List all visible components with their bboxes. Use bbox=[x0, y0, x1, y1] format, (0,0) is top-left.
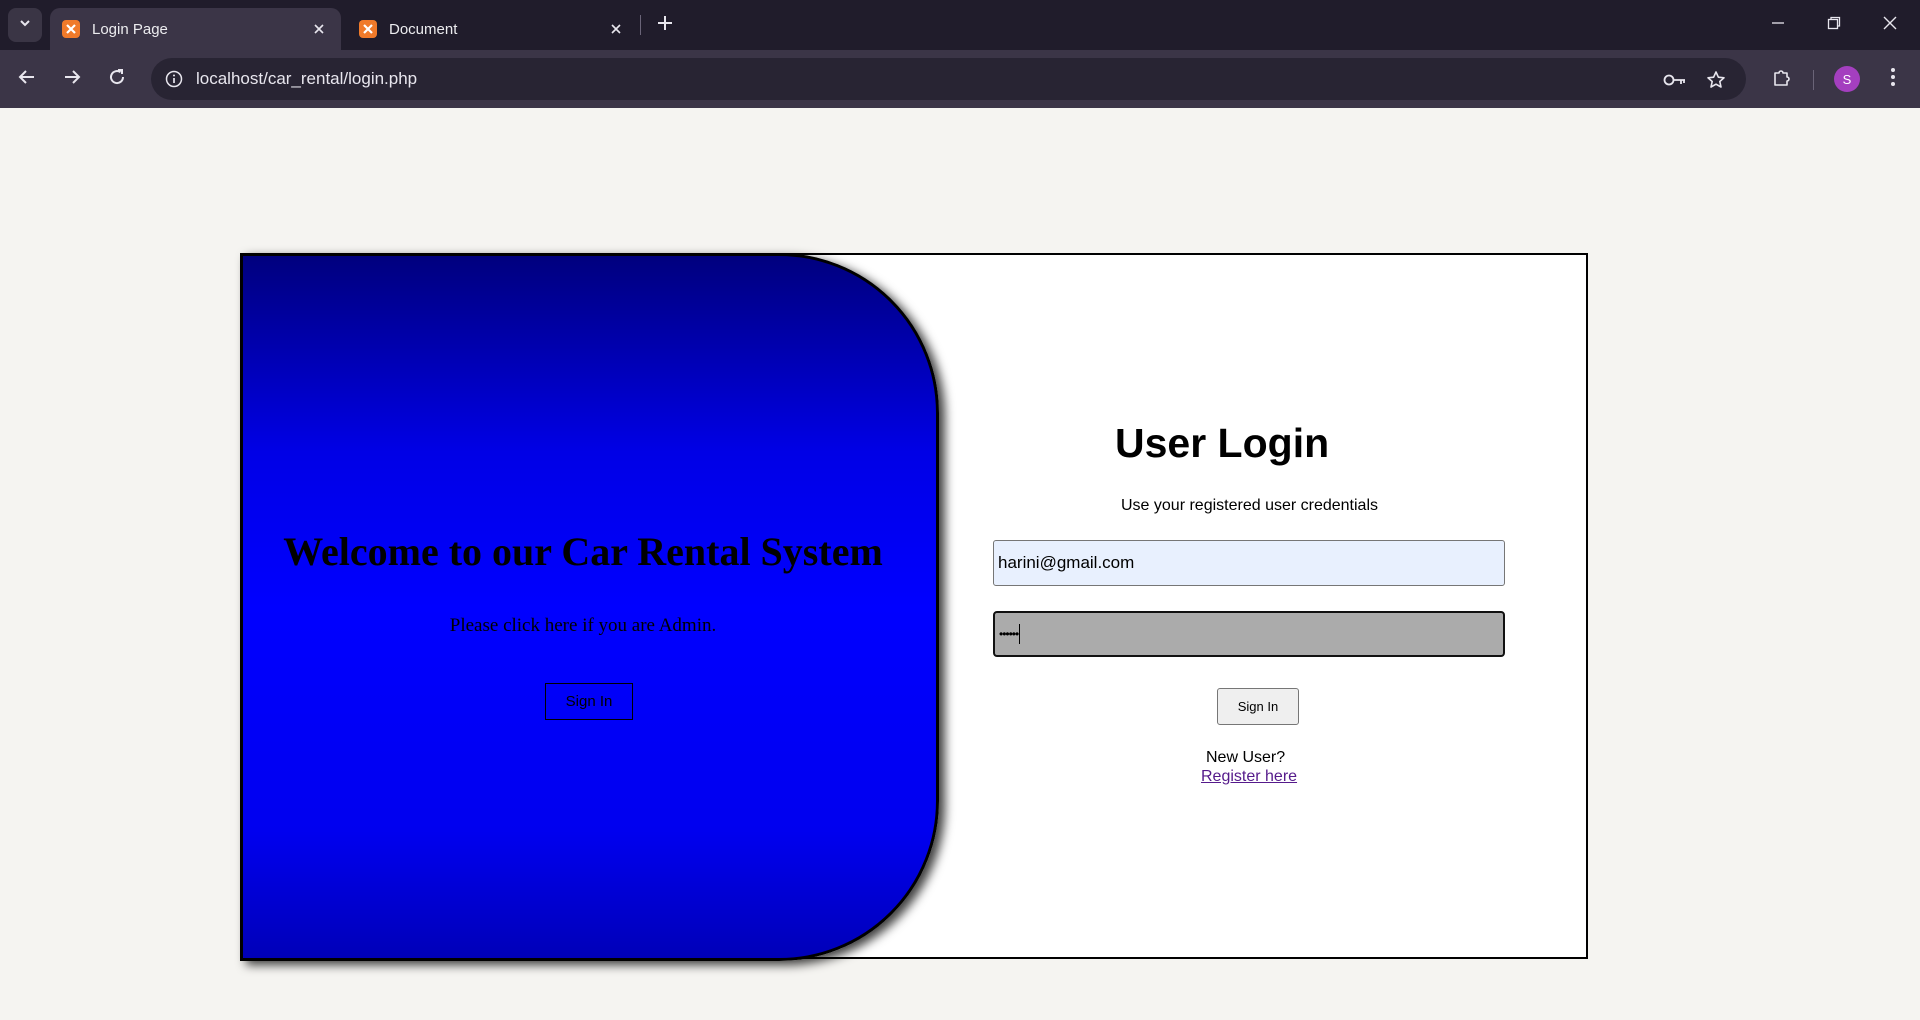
admin-prompt-text: Please click here if you are Admin. bbox=[449, 615, 717, 636]
restore-button[interactable] bbox=[1806, 0, 1862, 50]
tab-search-button[interactable] bbox=[8, 8, 42, 42]
xampp-favicon-icon bbox=[359, 20, 377, 38]
email-field[interactable]: harini@gmail.com bbox=[993, 540, 1505, 586]
reload-button[interactable] bbox=[99, 61, 135, 97]
welcome-heading: Welcome to our Car Rental System bbox=[283, 529, 883, 574]
profile-avatar[interactable]: S bbox=[1834, 66, 1860, 92]
forward-button[interactable] bbox=[54, 61, 90, 97]
tab-strip: Login Page Document bbox=[0, 0, 1920, 50]
new-tab-button[interactable] bbox=[651, 11, 679, 39]
menu-button[interactable] bbox=[1877, 63, 1909, 95]
address-bar[interactable]: localhost/car_rental/login.php bbox=[151, 58, 1746, 100]
login-container: Welcome to our Car Rental System Please … bbox=[240, 253, 1588, 961]
new-user-text: New User? bbox=[1206, 749, 1286, 766]
minimize-icon bbox=[1771, 16, 1785, 35]
sign-in-button[interactable]: Sign In bbox=[1217, 688, 1299, 725]
minimize-button[interactable] bbox=[1750, 0, 1806, 50]
admin-panel: Welcome to our Car Rental System Please … bbox=[240, 253, 939, 961]
url-text: localhost/car_rental/login.php bbox=[196, 69, 418, 88]
close-icon[interactable] bbox=[309, 19, 329, 39]
extensions-button[interactable] bbox=[1766, 63, 1798, 95]
tab-divider bbox=[640, 15, 641, 35]
site-info-icon[interactable] bbox=[163, 68, 185, 90]
xampp-favicon-icon bbox=[62, 20, 80, 38]
password-field[interactable]: •••••• bbox=[993, 611, 1505, 657]
puzzle-icon bbox=[1772, 67, 1792, 92]
arrow-right-icon bbox=[63, 68, 81, 91]
bookmark-star-icon[interactable] bbox=[1704, 68, 1728, 92]
tab-document[interactable]: Document bbox=[347, 8, 638, 50]
plus-icon bbox=[657, 15, 673, 36]
tab-title: Document bbox=[389, 20, 458, 38]
chevron-down-icon bbox=[18, 16, 32, 35]
register-link[interactable]: Register here bbox=[1201, 768, 1297, 786]
reload-icon bbox=[108, 68, 126, 91]
text-cursor bbox=[1019, 624, 1021, 644]
kebab-menu-icon bbox=[1890, 67, 1896, 92]
tab-title: Login Page bbox=[92, 20, 168, 38]
window-close-button[interactable] bbox=[1862, 0, 1918, 50]
login-subtitle: Use your registered user credentials bbox=[1121, 497, 1379, 514]
email-value: harini@gmail.com bbox=[998, 553, 1135, 572]
arrow-left-icon bbox=[18, 68, 36, 91]
restore-icon bbox=[1827, 16, 1841, 35]
toolbar-divider bbox=[1813, 70, 1814, 90]
password-key-icon[interactable] bbox=[1663, 68, 1687, 92]
close-icon bbox=[1883, 16, 1897, 35]
page-title: User Login bbox=[1115, 420, 1330, 466]
admin-sign-in-button[interactable]: Sign In bbox=[545, 683, 633, 720]
password-value: •••••• bbox=[999, 627, 1019, 641]
close-icon[interactable] bbox=[606, 19, 626, 39]
browser-toolbar: localhost/car_rental/login.php bbox=[0, 50, 1920, 108]
back-button[interactable] bbox=[9, 61, 45, 97]
tab-login-page[interactable]: Login Page bbox=[50, 8, 341, 50]
